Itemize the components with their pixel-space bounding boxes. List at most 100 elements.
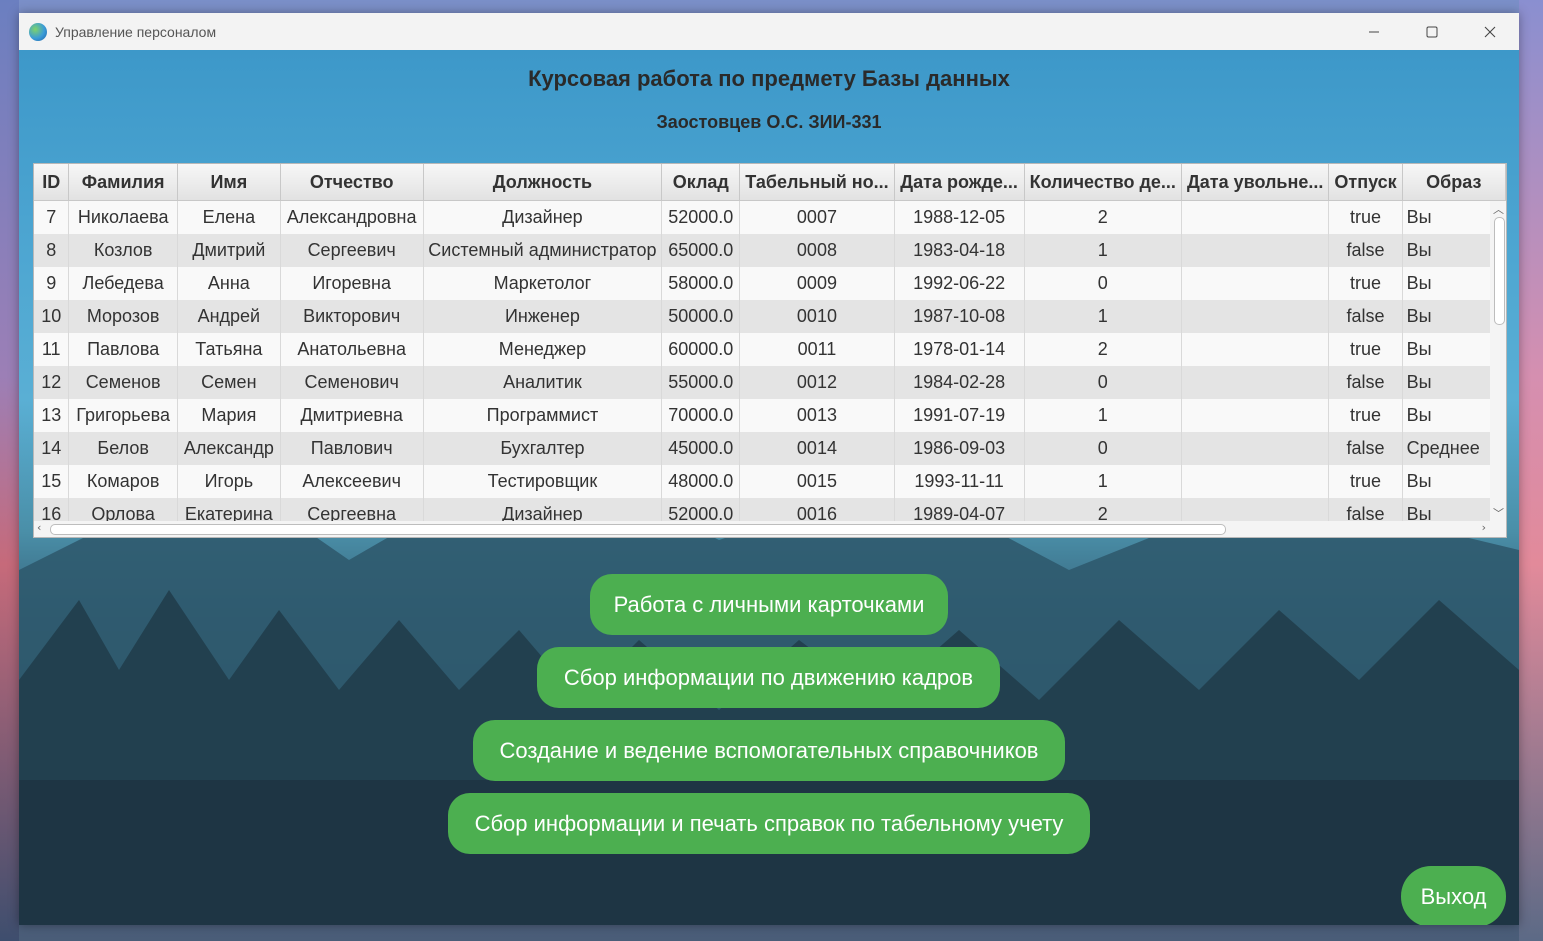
table-cell[interactable]: 0010 xyxy=(739,300,895,333)
table-row[interactable]: 10 Морозов Андрей Викторович Инженер 50000.0 0… xyxy=(34,300,1506,333)
table-cell[interactable]: 1988-12-05 xyxy=(894,200,1025,234)
table-cell[interactable]: 0014 xyxy=(739,432,895,465)
table-cell[interactable]: Александровна xyxy=(280,200,424,234)
table-cell[interactable]: 13 xyxy=(34,399,70,432)
table-cell[interactable]: Алексеевич xyxy=(280,465,424,498)
table-cell[interactable]: 1983-04-18 xyxy=(894,234,1025,267)
table-cell[interactable]: Елена xyxy=(177,200,281,234)
table-cell[interactable]: Козлов xyxy=(68,234,178,267)
column-header[interactable]: ID xyxy=(34,164,70,201)
scroll-left-icon[interactable]: ‹ xyxy=(37,521,41,534)
table-cell[interactable]: Комаров xyxy=(68,465,178,498)
table-cell[interactable]: Анатольевна xyxy=(280,333,424,366)
table-cell[interactable]: Александр xyxy=(177,432,281,465)
table-cell[interactable] xyxy=(1181,366,1330,399)
table-cell[interactable] xyxy=(1181,465,1330,498)
table-cell[interactable]: 0011 xyxy=(739,333,895,366)
table-row[interactable]: 9 Лебедева Анна Игоревна Маркетолог 58000.0 00… xyxy=(34,267,1506,300)
table-cell[interactable]: Инженер xyxy=(423,300,663,333)
table-cell[interactable]: 1986-09-03 xyxy=(894,432,1025,465)
table-cell[interactable]: 0013 xyxy=(739,399,895,432)
column-header[interactable]: Имя xyxy=(177,164,281,201)
column-header[interactable]: Оклад xyxy=(661,164,741,201)
table-row[interactable]: 15 Комаров Игорь Алексеевич Тестировщик 48000… xyxy=(34,465,1506,498)
table-cell[interactable]: Викторович xyxy=(280,300,424,333)
table-cell[interactable]: Игорь xyxy=(177,465,281,498)
vertical-scrollbar[interactable]: ︿ ﹀ xyxy=(1490,201,1506,521)
table-cell[interactable]: Маркетолог xyxy=(423,267,663,300)
table-cell[interactable]: 0 xyxy=(1024,432,1182,465)
table-cell[interactable]: 45000.0 xyxy=(661,432,741,465)
table-cell[interactable]: 0007 xyxy=(739,200,895,234)
table-cell[interactable]: Дизайнер xyxy=(423,200,663,234)
scroll-down-icon[interactable]: ﹀ xyxy=(1493,505,1504,521)
table-cell[interactable]: 0015 xyxy=(739,465,895,498)
horizontal-scroll-thumb[interactable] xyxy=(50,524,1226,535)
table-cell[interactable] xyxy=(1181,267,1330,300)
title-bar[interactable]: Управление персоналом xyxy=(19,13,1519,50)
table-row[interactable]: 13 Григорьева Мария Дмитриевна Программист 70… xyxy=(34,399,1506,432)
table-row[interactable]: 7 Николаева Елена Александровна Дизайнер 5200… xyxy=(34,200,1506,234)
table-cell[interactable]: 14 xyxy=(34,432,70,465)
table-cell[interactable]: Морозов xyxy=(68,300,178,333)
table-cell[interactable]: 1993-11-11 xyxy=(894,465,1025,498)
table-cell[interactable]: Бухгалтер xyxy=(423,432,663,465)
table-cell[interactable]: 60000.0 xyxy=(661,333,741,366)
table-cell[interactable]: false xyxy=(1328,432,1403,465)
table-cell[interactable]: Мария xyxy=(177,399,281,432)
table-cell[interactable]: 9 xyxy=(34,267,70,300)
table-cell[interactable]: 7 xyxy=(34,200,70,234)
table-cell[interactable]: Дмитрий xyxy=(177,234,281,267)
table-cell[interactable]: 58000.0 xyxy=(661,267,741,300)
table-cell[interactable]: Системный администратор xyxy=(423,234,663,267)
table-cell[interactable]: 50000.0 xyxy=(661,300,741,333)
column-header[interactable]: Отчество xyxy=(280,164,424,201)
table-cell[interactable]: Дмитриевна xyxy=(280,399,424,432)
table-cell[interactable]: Тестировщик xyxy=(423,465,663,498)
table-cell[interactable]: 1 xyxy=(1024,399,1182,432)
table-cell[interactable] xyxy=(1181,234,1330,267)
table-cell[interactable]: Лебедева xyxy=(68,267,178,300)
column-header[interactable]: Фамилия xyxy=(68,164,178,201)
table-cell[interactable]: Сергеевич xyxy=(280,234,424,267)
scroll-up-icon[interactable]: ︿ xyxy=(1493,201,1504,217)
table-cell[interactable]: true xyxy=(1328,200,1403,234)
timesheet-reports-button[interactable]: Сбор информации и печать справок по табе… xyxy=(448,793,1090,854)
table-cell[interactable]: 15 xyxy=(34,465,70,498)
table-cell[interactable]: false xyxy=(1328,366,1403,399)
table-cell[interactable] xyxy=(1181,333,1330,366)
horizontal-scrollbar[interactable]: ‹ › xyxy=(34,521,1506,537)
table-cell[interactable]: 12 xyxy=(34,366,70,399)
table-cell[interactable]: 1978-01-14 xyxy=(894,333,1025,366)
column-header[interactable]: Дата рожде... xyxy=(894,164,1025,201)
table-cell[interactable]: 2 xyxy=(1024,200,1182,234)
vertical-scroll-thumb[interactable] xyxy=(1494,217,1505,325)
table-cell[interactable] xyxy=(1181,300,1330,333)
table-cell[interactable]: 0008 xyxy=(739,234,895,267)
table-cell[interactable]: 1992-06-22 xyxy=(894,267,1025,300)
table-cell[interactable]: 70000.0 xyxy=(661,399,741,432)
scroll-right-icon[interactable]: › xyxy=(1482,521,1486,534)
table-cell[interactable]: false xyxy=(1328,234,1403,267)
table-cell[interactable]: 0009 xyxy=(739,267,895,300)
table-cell[interactable]: 1 xyxy=(1024,465,1182,498)
table-cell[interactable]: 10 xyxy=(34,300,70,333)
personal-cards-button[interactable]: Работа с личными карточками xyxy=(590,574,948,635)
exit-button[interactable]: Выход xyxy=(1401,866,1506,925)
table-row[interactable]: 14 Белов Александр Павлович Бухгалтер 45000.0… xyxy=(34,432,1506,465)
table-cell[interactable]: Программист xyxy=(423,399,663,432)
table-cell[interactable]: 11 xyxy=(34,333,70,366)
table-cell[interactable]: Григорьева xyxy=(68,399,178,432)
maximize-button[interactable] xyxy=(1403,13,1461,50)
table-cell[interactable]: false xyxy=(1328,300,1403,333)
close-button[interactable] xyxy=(1461,13,1519,50)
column-header[interactable]: Должность xyxy=(423,164,663,201)
table-cell[interactable]: Белов xyxy=(68,432,178,465)
table-cell[interactable]: 0012 xyxy=(739,366,895,399)
table-cell[interactable]: true xyxy=(1328,267,1403,300)
table-cell[interactable]: Анна xyxy=(177,267,281,300)
table-cell[interactable] xyxy=(1181,399,1330,432)
table-row[interactable]: 11 Павлова Татьяна Анатольевна Менеджер 60000… xyxy=(34,333,1506,366)
table-cell[interactable]: Игоревна xyxy=(280,267,424,300)
table-cell[interactable]: Татьяна xyxy=(177,333,281,366)
